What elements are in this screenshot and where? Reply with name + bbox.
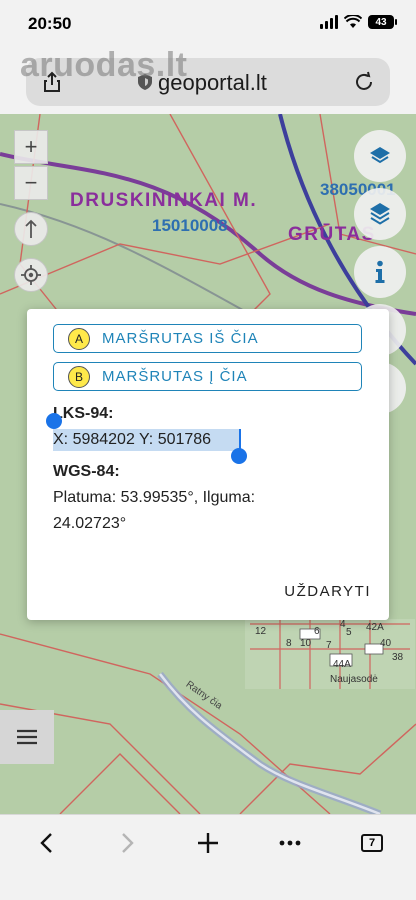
map-plot-label: 42A xyxy=(366,622,384,633)
more-options-button[interactable] xyxy=(276,829,304,857)
lks-value[interactable]: X: 5984202 Y: 501786 xyxy=(53,431,211,449)
map-place-name: DRUSKININKAI M. xyxy=(70,190,258,211)
route-b-badge: B xyxy=(68,365,90,388)
coordinates-dialog: A MARŠRUTAS IŠ ČIA B MARŠRUTAS Į ČIA LKS… xyxy=(27,309,389,620)
wgs-heading: WGS-84: xyxy=(53,463,120,480)
tabs-button[interactable]: 7 xyxy=(358,829,386,857)
layers-stack-icon xyxy=(370,203,390,225)
chevron-right-icon xyxy=(122,833,134,853)
ellipsis-icon xyxy=(279,840,301,846)
selection-start-handle[interactable] xyxy=(46,413,62,429)
crosshair-icon xyxy=(21,265,41,285)
map-plot-label: 38 xyxy=(392,652,404,663)
arrow-up-icon xyxy=(25,219,37,238)
wgs-latitude-longitude: Platuma: 53.99535°, Ilguma: xyxy=(53,489,256,506)
map-place-code: 15010008 xyxy=(152,216,228,235)
battery-icon: 43 xyxy=(368,15,397,29)
locate-button[interactable] xyxy=(14,258,48,292)
north-arrow-button[interactable] xyxy=(14,212,48,246)
info-button[interactable] xyxy=(354,246,406,298)
plus-icon xyxy=(198,833,218,853)
map-plot-label: 12 xyxy=(255,626,267,637)
map-plot-label: 5 xyxy=(346,627,352,638)
info-icon xyxy=(375,260,385,283)
watermark-logo: aruodas.lt xyxy=(20,46,188,84)
map-plot-label: 10 xyxy=(300,638,312,649)
route-from-here-button[interactable]: A MARŠRUTAS IŠ ČIA xyxy=(53,324,362,353)
close-dialog-button[interactable]: UŽDARYTI xyxy=(284,583,371,600)
map-plot-label: 7 xyxy=(326,640,332,651)
tab-count-icon: 7 xyxy=(361,834,383,852)
layers-stack-button[interactable] xyxy=(354,188,406,240)
hamburger-menu-icon xyxy=(17,729,37,745)
map-plot-label: 6 xyxy=(314,626,320,637)
forward-button[interactable] xyxy=(114,829,142,857)
layers-button[interactable] xyxy=(354,130,406,182)
chevron-left-icon xyxy=(40,833,52,853)
map-plot-label: 8 xyxy=(286,638,292,649)
status-time: 20:50 xyxy=(28,14,72,33)
status-bar: 20:50 43 xyxy=(0,0,416,50)
map-plot-label: 44A xyxy=(333,659,351,670)
zoom-out-button[interactable]: − xyxy=(14,166,48,200)
map-village-label: Naujasodė xyxy=(330,674,378,685)
route-to-label: MARŠRUTAS Į ČIA xyxy=(102,368,248,385)
map-menu-button[interactable] xyxy=(0,710,54,764)
map-plot-label: 40 xyxy=(380,638,392,649)
browser-toolbar: 7 xyxy=(0,814,416,900)
route-to-here-button[interactable]: B MARŠRUTAS Į ČIA xyxy=(53,362,362,391)
zoom-in-button[interactable]: + xyxy=(14,130,48,164)
wifi-icon xyxy=(344,15,362,28)
route-a-badge: A xyxy=(68,327,90,350)
status-icons: 43 xyxy=(320,15,397,29)
signal-icon xyxy=(320,15,338,29)
selection-end-handle[interactable] xyxy=(231,448,247,464)
wgs-longitude-value: 24.02723° xyxy=(53,515,127,532)
route-from-label: MARŠRUTAS IŠ ČIA xyxy=(102,330,259,347)
reload-icon[interactable] xyxy=(352,70,376,94)
new-tab-button[interactable] xyxy=(194,829,222,857)
back-button[interactable] xyxy=(32,829,60,857)
layers-icon xyxy=(370,147,390,164)
map-plot-label: 4 xyxy=(340,619,346,630)
lks-heading: LKS-94: xyxy=(53,405,114,422)
